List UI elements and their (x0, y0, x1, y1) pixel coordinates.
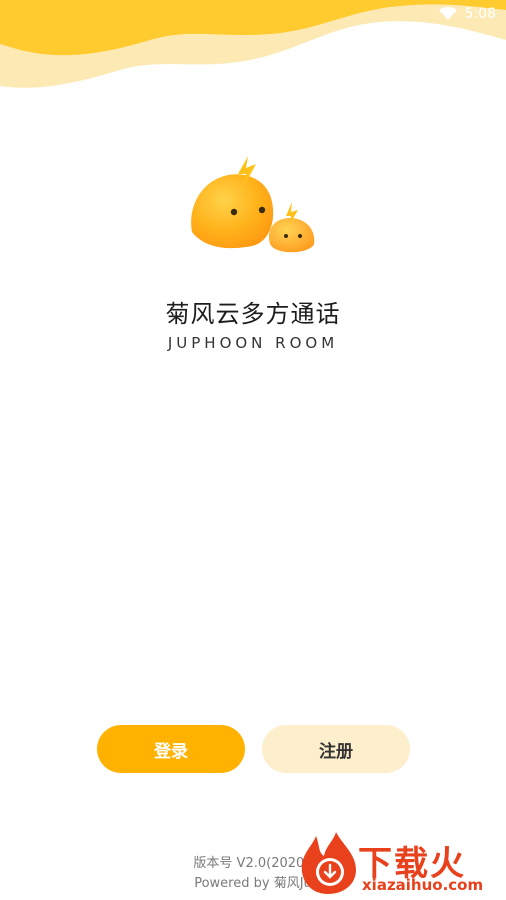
status-time: 5:08 (464, 6, 496, 22)
login-screen: 5:08 菊风云多方通话 JUPHOON ROOM 登录 注册 版本号 V2.0… (0, 0, 506, 900)
header-wave (0, 0, 506, 88)
register-button[interactable]: 注册 (262, 725, 410, 773)
login-button[interactable]: 登录 (97, 725, 245, 773)
status-bar: 5:08 (438, 0, 506, 28)
wifi-icon (438, 7, 457, 21)
app-title: 菊风云多方通话 (165, 300, 341, 328)
app-subtitle: JUPHOON ROOM (167, 334, 339, 352)
blob-mascot-logo (191, 156, 315, 253)
watermark: 下载火 xiazaihuo.com (298, 832, 504, 896)
flame-logo-icon (301, 832, 356, 894)
watermark-url: xiazaihuo.com (362, 876, 484, 894)
